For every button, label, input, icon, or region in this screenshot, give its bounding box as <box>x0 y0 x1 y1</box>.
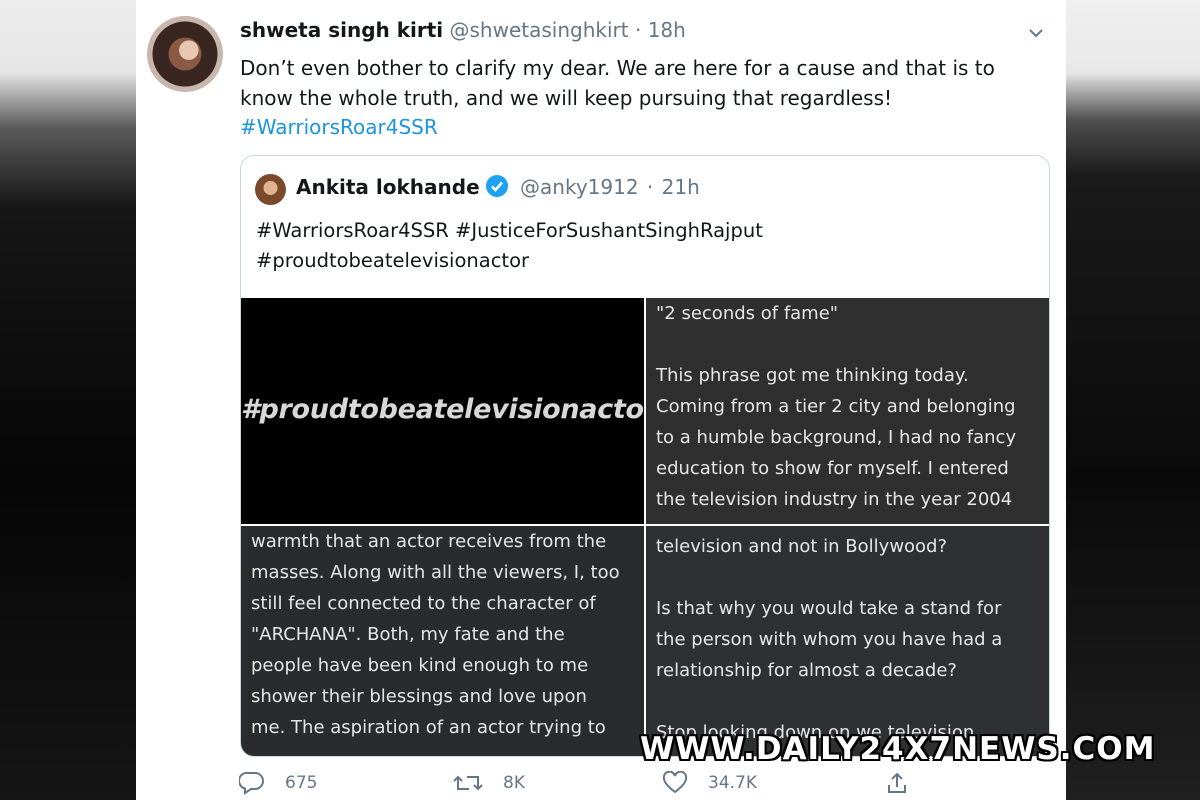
image-2-text: "2 seconds of fame" This phrase got me t… <box>656 303 1017 510</box>
reply-button[interactable]: 675 <box>239 771 317 795</box>
image-grid: #proudtobeatelevisionactor "2 seconds of… <box>241 298 1049 756</box>
quoted-time: 21h <box>661 175 700 199</box>
background-left <box>0 0 136 800</box>
share-button[interactable] <box>885 771 929 795</box>
hashtag-link[interactable]: #WarriorsRoar4SSR <box>240 115 438 139</box>
quoted-author-handle: @anky1912 <box>520 175 639 199</box>
retweet-icon <box>453 775 483 791</box>
image-3-text: warmth that an actor receives from the m… <box>251 531 620 738</box>
background-right <box>1066 0 1200 800</box>
watermark: WWW.DAILY24X7NEWS.COM <box>640 731 1156 767</box>
quoted-header: Ankita lokhande @anky1912 · 21h <box>296 175 700 199</box>
reply-icon <box>239 771 264 795</box>
tweet-separator: · <box>634 18 642 42</box>
quoted-author-name: Ankita lokhande <box>296 175 480 199</box>
image-2[interactable]: "2 seconds of fame" This phrase got me t… <box>646 298 1049 524</box>
reply-count: 675 <box>285 773 318 793</box>
quoted-avatar <box>255 174 286 205</box>
verified-badge-icon <box>485 175 508 197</box>
retweet-button[interactable]: 8K <box>453 771 525 795</box>
retweet-count: 8K <box>503 773 525 793</box>
like-count: 34.7K <box>708 773 757 793</box>
quoted-separator: · <box>646 175 654 199</box>
image-1[interactable]: #proudtobeatelevisionactor <box>241 298 644 524</box>
tweet-text: Don’t even bother to clarify my dear. We… <box>240 54 1040 143</box>
image-4-text: television and not in Bollywood? Is that… <box>656 536 1003 743</box>
share-icon <box>888 772 906 793</box>
image-1-text: #proudtobeatelevisionactor <box>241 394 644 425</box>
image-4[interactable]: television and not in Bollywood? Is that… <box>646 526 1049 756</box>
action-bar: 675 8K 34.7K <box>239 771 1039 800</box>
quoted-text: #WarriorsRoar4SSR #JusticeForSushantSing… <box>256 219 763 272</box>
like-button[interactable]: 34.7K <box>662 771 757 795</box>
quoted-tweet[interactable]: Ankita lokhande @anky1912 · 21h #Warrior… <box>240 155 1050 757</box>
chevron-down-icon[interactable] <box>1029 26 1043 40</box>
tweet-header: shweta singh kirti @shwetasinghkirt · 18… <box>240 18 686 42</box>
tweet-body: Don’t even bother to clarify my dear. We… <box>240 56 995 110</box>
author-handle[interactable]: @shwetasinghkirt <box>450 18 629 42</box>
tweet-card: shweta singh kirti @shwetasinghkirt · 18… <box>136 0 1066 800</box>
author-name[interactable]: shweta singh kirti <box>240 18 443 42</box>
tweet-time[interactable]: 18h <box>648 18 686 42</box>
image-3[interactable]: warmth that an actor receives from the m… <box>241 526 644 756</box>
heart-icon <box>662 771 688 794</box>
avatar[interactable] <box>147 16 223 92</box>
